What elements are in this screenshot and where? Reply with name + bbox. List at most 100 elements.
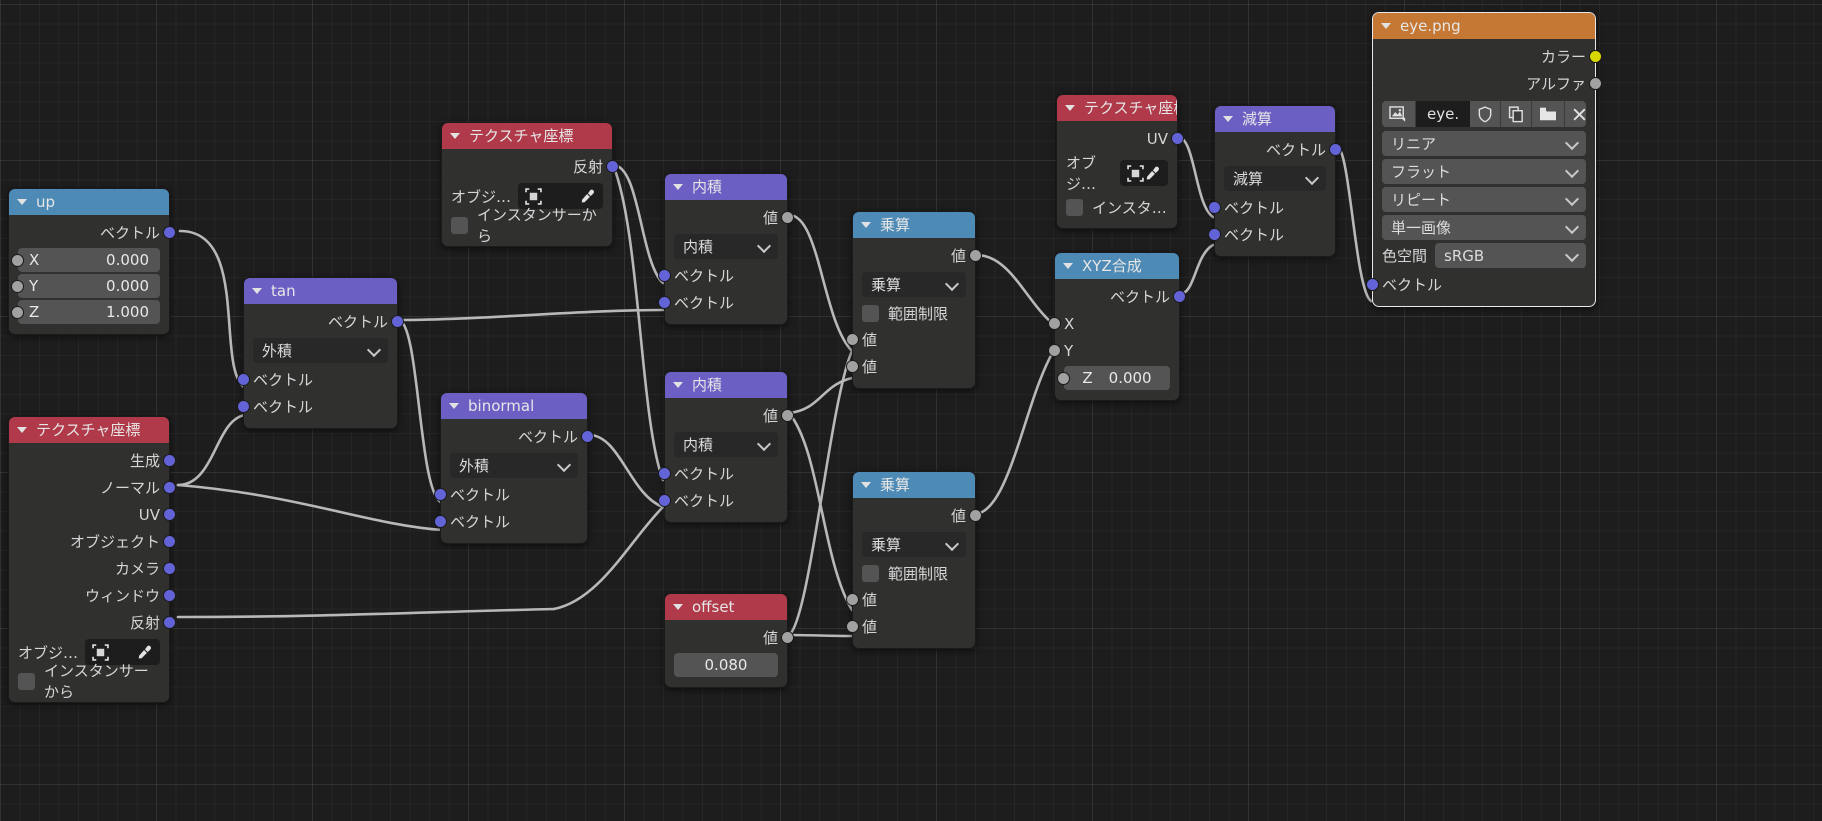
node-header-combine-xyz[interactable]: XYZ合成	[1055, 253, 1179, 279]
checkbox-clamp[interactable]: 範囲制限	[853, 560, 975, 586]
node-header-tan[interactable]: tan	[244, 278, 397, 304]
socket-output-color[interactable]	[1589, 50, 1602, 63]
browse-image-button[interactable]	[1382, 101, 1416, 127]
node-editor-canvas[interactable]: up ベクトル X 0.000 Y 0.000 Z 1.000 テクスチャ座標 …	[0, 0, 1822, 821]
node-dot-product-2[interactable]: 内積 値 内積 ベクトル ベクトル	[658, 371, 794, 523]
node-header-dot2[interactable]: 内積	[665, 372, 787, 398]
socket-output-alpha[interactable]	[1589, 77, 1602, 90]
eyedropper-icon[interactable]	[579, 188, 596, 205]
collapse-triangle-icon[interactable]	[861, 482, 871, 488]
checkbox-box[interactable]	[451, 216, 468, 234]
node-subtract[interactable]: 減算 ベクトル 減算 ベクトル ベクトル	[1208, 105, 1342, 257]
image-datablock-row[interactable]: eye.	[1382, 101, 1586, 127]
field-value[interactable]: 0.080	[674, 653, 778, 677]
socket-output-vector[interactable]	[163, 226, 176, 239]
socket-output-value[interactable]	[969, 509, 982, 522]
collapse-triangle-icon[interactable]	[17, 427, 27, 433]
node-header-texcoord-mid[interactable]: テクスチャ座標	[442, 123, 612, 149]
socket-input-y[interactable]	[11, 279, 24, 293]
node-header-mul2[interactable]: 乗算	[853, 472, 975, 498]
node-offset[interactable]: offset 値 0.080	[664, 593, 794, 688]
node-combine-xyz[interactable]: XYZ合成 ベクトル X Y Z 0.000	[1048, 252, 1186, 401]
collapse-triangle-icon[interactable]	[673, 382, 683, 388]
node-header-mul1[interactable]: 乗算	[853, 212, 975, 238]
collapse-triangle-icon[interactable]	[861, 222, 871, 228]
socket-output-uv[interactable]	[163, 508, 176, 521]
node-header-up[interactable]: up	[9, 189, 169, 215]
collapse-triangle-icon[interactable]	[1223, 116, 1233, 122]
socket-output-normal[interactable]	[163, 481, 176, 494]
image-name-field[interactable]: eye.	[1416, 101, 1471, 127]
node-dot-product-1[interactable]: 内積 値 内積 ベクトル ベクトル	[658, 173, 794, 325]
operation-dropdown[interactable]: 外積	[450, 453, 578, 478]
node-header-image-texture[interactable]: eye.png	[1373, 13, 1595, 39]
node-image-texture[interactable]: eye.png カラー アルファ eye. リニア フラット リピート 単一画像…	[1366, 12, 1602, 307]
socket-input-z[interactable]	[1057, 371, 1070, 385]
socket-output-reflection[interactable]	[163, 616, 176, 629]
node-tan[interactable]: tan ベクトル 外積 ベクトル ベクトル	[237, 277, 404, 429]
socket-input-vector-1[interactable]	[1208, 201, 1221, 214]
node-header-binormal[interactable]: binormal	[441, 393, 587, 419]
operation-dropdown[interactable]: 乗算	[862, 272, 966, 297]
projection-dropdown[interactable]: フラット	[1382, 159, 1586, 184]
field-z[interactable]: Z 1.000	[11, 300, 160, 324]
operation-dropdown[interactable]: 乗算	[862, 532, 966, 557]
collapse-triangle-icon[interactable]	[1381, 23, 1391, 29]
checkbox-clamp[interactable]: 範囲制限	[853, 300, 975, 326]
socket-input-vector-1[interactable]	[658, 269, 671, 282]
socket-input-vector-2[interactable]	[1208, 228, 1221, 241]
node-texture-coordinate-mid[interactable]: テクスチャ座標 反射 オブジ… インスタンサーから	[441, 122, 619, 247]
socket-output-object[interactable]	[163, 535, 176, 548]
socket-input-vector-2[interactable]	[658, 494, 671, 507]
eyedropper-icon[interactable]	[1144, 165, 1161, 182]
node-texture-coordinate-right[interactable]: テクスチャ座標 UV オブジ…	[1056, 94, 1184, 229]
collapse-triangle-icon[interactable]	[1065, 105, 1075, 111]
socket-output-vector[interactable]	[581, 430, 594, 443]
socket-input-x[interactable]	[1048, 317, 1061, 330]
socket-input-value-1[interactable]	[846, 333, 859, 346]
object-selector-row[interactable]: オブジ…	[1057, 152, 1177, 194]
socket-output-uv[interactable]	[1171, 132, 1184, 145]
socket-input-value-2[interactable]	[846, 620, 859, 633]
colorspace-dropdown[interactable]: sRGB	[1435, 243, 1586, 268]
operation-dropdown[interactable]: 内積	[674, 234, 778, 259]
unlink-image-button[interactable]	[1565, 101, 1586, 127]
checkbox-box[interactable]	[862, 564, 879, 582]
source-dropdown[interactable]: 単一画像	[1382, 215, 1586, 240]
node-header-offset[interactable]: offset	[665, 594, 787, 620]
socket-output-reflection[interactable]	[606, 160, 619, 173]
socket-output-vector[interactable]	[391, 315, 404, 328]
checkbox-from-instancer[interactable]: インスタンサーから	[9, 662, 169, 701]
node-header-texcoord-right[interactable]: テクスチャ座標	[1057, 95, 1177, 121]
node-texture-coordinate-left[interactable]: テクスチャ座標 生成 ノーマル UV オブジェクト カメラ ウィンドウ 反射 オ…	[8, 416, 176, 703]
node-header-subtract[interactable]: 減算	[1215, 106, 1335, 132]
socket-output-value[interactable]	[969, 249, 982, 262]
extension-dropdown[interactable]: リピート	[1382, 187, 1586, 212]
checkbox-box[interactable]	[1066, 198, 1083, 216]
node-binormal[interactable]: binormal ベクトル 外積 ベクトル ベクトル	[434, 392, 594, 544]
socket-output-camera[interactable]	[163, 562, 176, 575]
socket-input-value-2[interactable]	[846, 360, 859, 373]
socket-output-vector[interactable]	[1329, 143, 1342, 156]
operation-dropdown[interactable]: 外積	[253, 338, 388, 363]
object-dropdown[interactable]	[1120, 160, 1168, 186]
collapse-triangle-icon[interactable]	[449, 403, 459, 409]
socket-input-vector-1[interactable]	[237, 373, 250, 386]
fake-user-button[interactable]	[1470, 101, 1502, 127]
socket-input-vector-1[interactable]	[434, 488, 447, 501]
socket-output-window[interactable]	[163, 589, 176, 602]
socket-output-generated[interactable]	[163, 454, 176, 467]
socket-input-vector-2[interactable]	[237, 400, 250, 413]
node-up[interactable]: up ベクトル X 0.000 Y 0.000 Z 1.000	[8, 188, 176, 335]
socket-output-value[interactable]	[781, 631, 794, 644]
collapse-triangle-icon[interactable]	[17, 199, 27, 205]
operation-dropdown[interactable]: 内積	[674, 432, 778, 457]
node-header-dot1[interactable]: 内積	[665, 174, 787, 200]
socket-output-value[interactable]	[781, 211, 794, 224]
collapse-triangle-icon[interactable]	[1063, 263, 1073, 269]
socket-output-vector[interactable]	[1173, 290, 1186, 303]
new-image-button[interactable]	[1501, 101, 1533, 127]
collapse-triangle-icon[interactable]	[673, 184, 683, 190]
field-x[interactable]: X 0.000	[11, 248, 160, 272]
checkbox-box[interactable]	[18, 672, 35, 690]
